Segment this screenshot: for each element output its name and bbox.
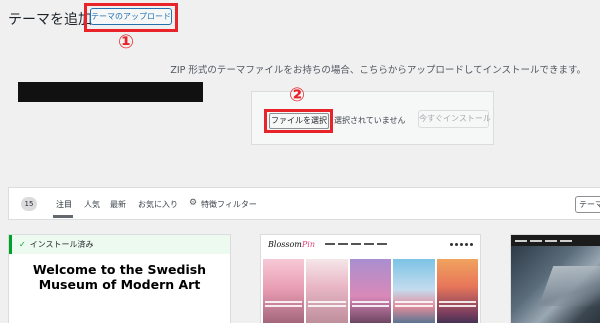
- installed-notice: ✓ インストール済み: [9, 235, 230, 254]
- gear-icon[interactable]: ⚙: [189, 198, 197, 208]
- theme-preview-image: [261, 259, 480, 323]
- tab-featured[interactable]: 注目: [56, 199, 72, 210]
- theme-preview-header: BlossomPin: [261, 235, 480, 253]
- theme-preview-header: [511, 235, 600, 246]
- theme-preview-logo: BlossomPin: [268, 239, 315, 249]
- theme-card[interactable]: ✓ インストール済み Welcome to the Swedish Museum …: [8, 234, 231, 323]
- upload-description: ZIP 形式のテーマファイルをお持ちの場合、こちらからアップロードしてインストー…: [170, 65, 586, 76]
- page-title: テーマを追加: [8, 12, 92, 28]
- preview-tile: [349, 259, 392, 323]
- theme-preview-image: [511, 246, 600, 323]
- feature-filter-link[interactable]: 特徴フィルター: [201, 199, 257, 210]
- check-icon: ✓: [19, 240, 26, 249]
- install-now-button[interactable]: 今すぐインストール: [418, 110, 491, 128]
- step-marker-2: ②: [289, 84, 306, 106]
- theme-preview-image: [18, 82, 203, 102]
- no-file-selected-text: 選択されていません: [334, 116, 406, 125]
- theme-search-input[interactable]: テーマ: [575, 196, 600, 213]
- preview-tile: [393, 259, 435, 323]
- highlight-box-choose-file: [264, 109, 333, 133]
- theme-preview-title: Welcome to the Swedish Museum of Modern …: [32, 262, 207, 292]
- theme-card[interactable]: [510, 234, 600, 323]
- active-tab-indicator: [53, 215, 73, 218]
- installed-label: インストール済み: [29, 240, 94, 249]
- theme-preview-social-icons: [450, 242, 473, 246]
- preview-tile: [436, 259, 479, 323]
- preview-tile: [263, 259, 305, 323]
- theme-count-badge: 15: [21, 197, 37, 211]
- theme-preview-nav: [324, 243, 387, 245]
- tab-favorites[interactable]: お気に入り: [138, 199, 178, 210]
- theme-card[interactable]: BlossomPin: [260, 234, 481, 323]
- tab-latest[interactable]: 最新: [110, 199, 126, 210]
- step-marker-1: ①: [118, 31, 135, 53]
- preview-tile: [306, 259, 348, 323]
- highlight-box-upload: [84, 3, 178, 32]
- tab-popular[interactable]: 人気: [84, 199, 100, 210]
